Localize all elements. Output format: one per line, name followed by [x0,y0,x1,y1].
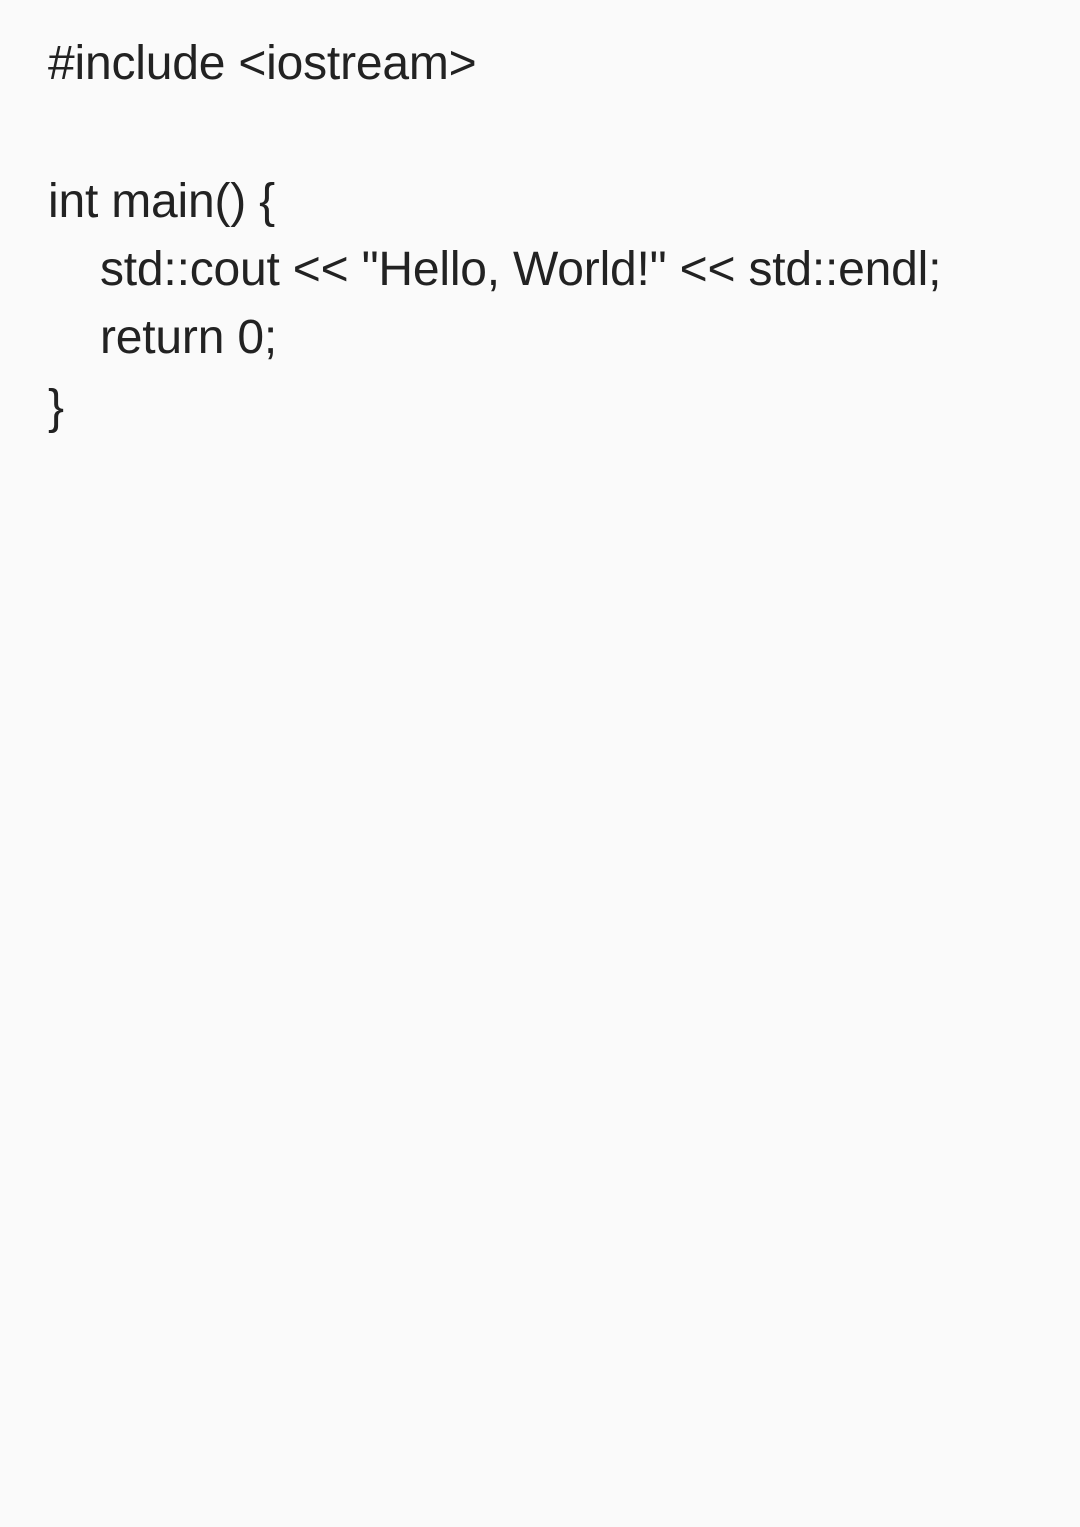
code-line-cout-statement: std::cout << "Hello, World!" << std::end… [100,243,942,296]
code-line-closing-brace: } [48,381,64,434]
code-text-area[interactable]: #include <iostream> int main() { std::co… [0,0,1080,1527]
code-line-return-statement: return 0; [100,311,277,364]
code-line-main-signature: int main() { [48,175,276,228]
code-line-include: #include <iostream> [48,37,477,90]
